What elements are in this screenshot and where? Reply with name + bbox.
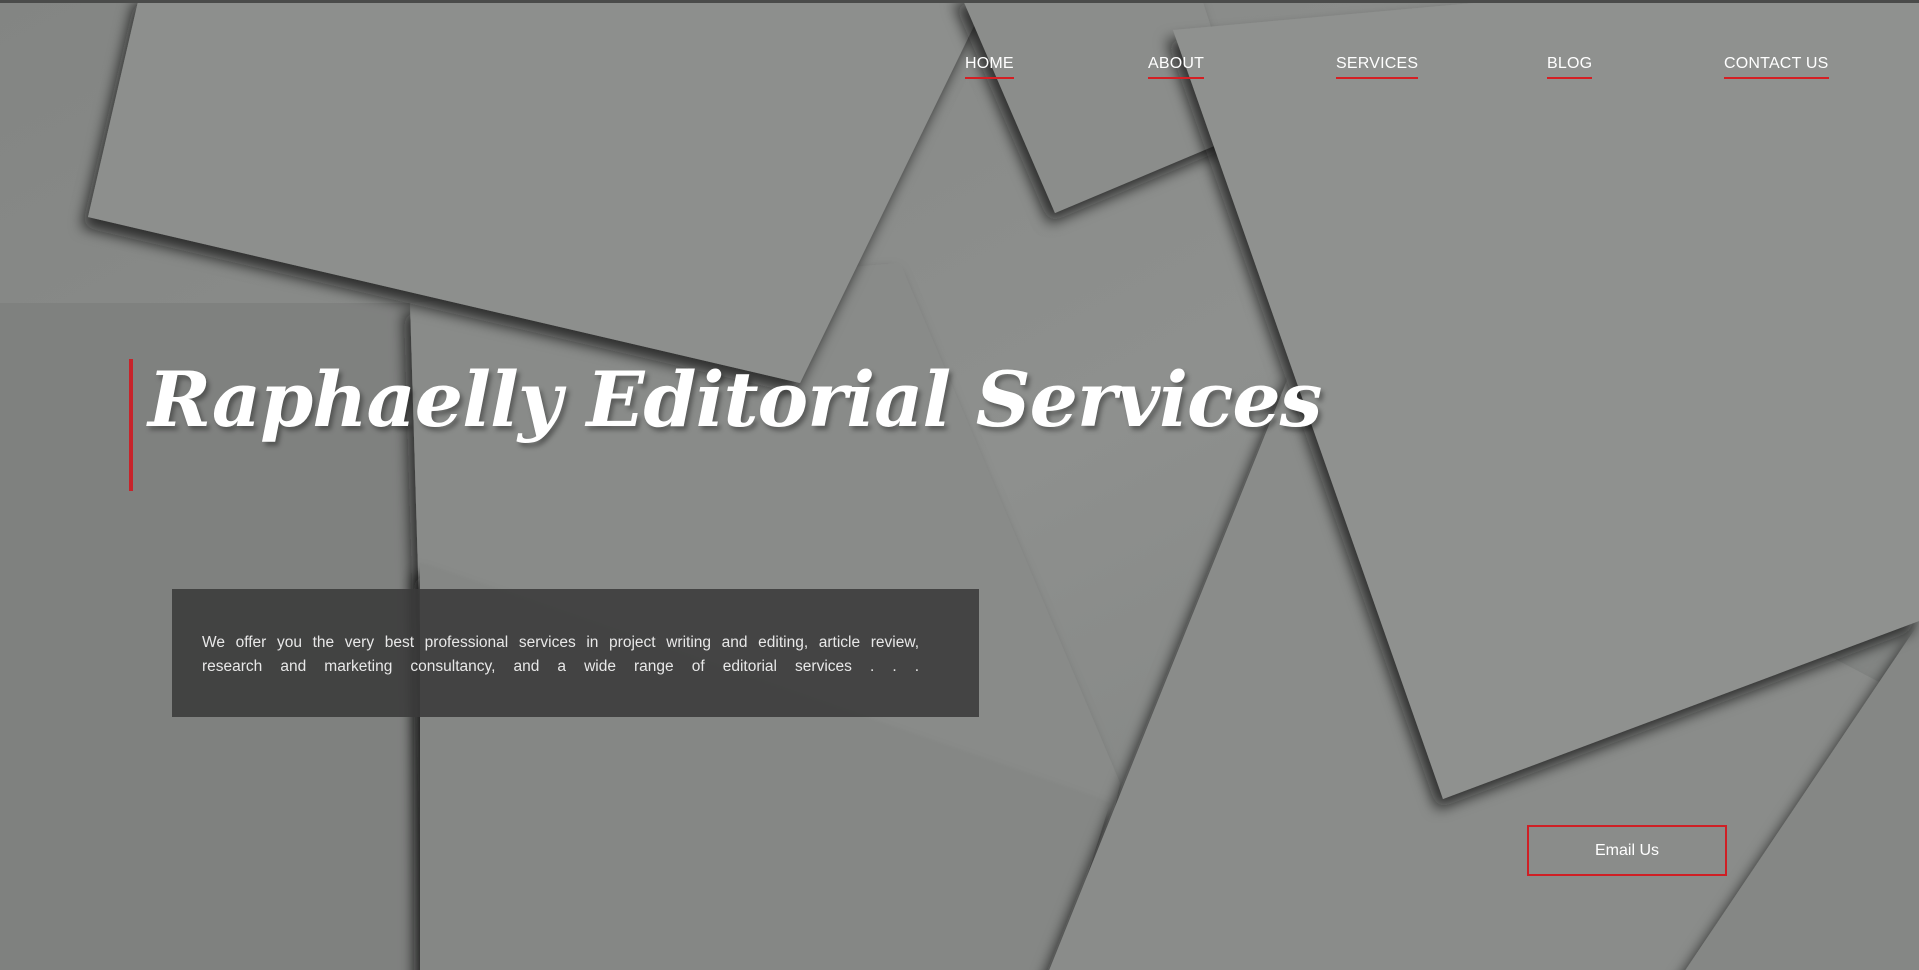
- title-accent-bar: [129, 359, 133, 491]
- nav-blog-link[interactable]: BLOG: [1547, 55, 1593, 79]
- nav-contact-link[interactable]: CONTACT US: [1724, 55, 1829, 79]
- nav-about-link[interactable]: ABOUT: [1148, 55, 1205, 79]
- description-text: We offer you the very best professional …: [202, 634, 919, 675]
- description-panel: We offer you the very best professional …: [172, 589, 979, 717]
- hero-section: HOME ABOUT SERVICES BLOG CONTACT US Raph…: [0, 0, 1919, 970]
- email-us-button[interactable]: Email Us: [1527, 825, 1727, 876]
- page-title: Raphaelly Editorial Services: [148, 355, 1322, 444]
- main-nav: HOME ABOUT SERVICES BLOG CONTACT US: [0, 55, 1919, 85]
- nav-home-link[interactable]: HOME: [965, 55, 1014, 79]
- nav-services-link[interactable]: SERVICES: [1336, 55, 1419, 79]
